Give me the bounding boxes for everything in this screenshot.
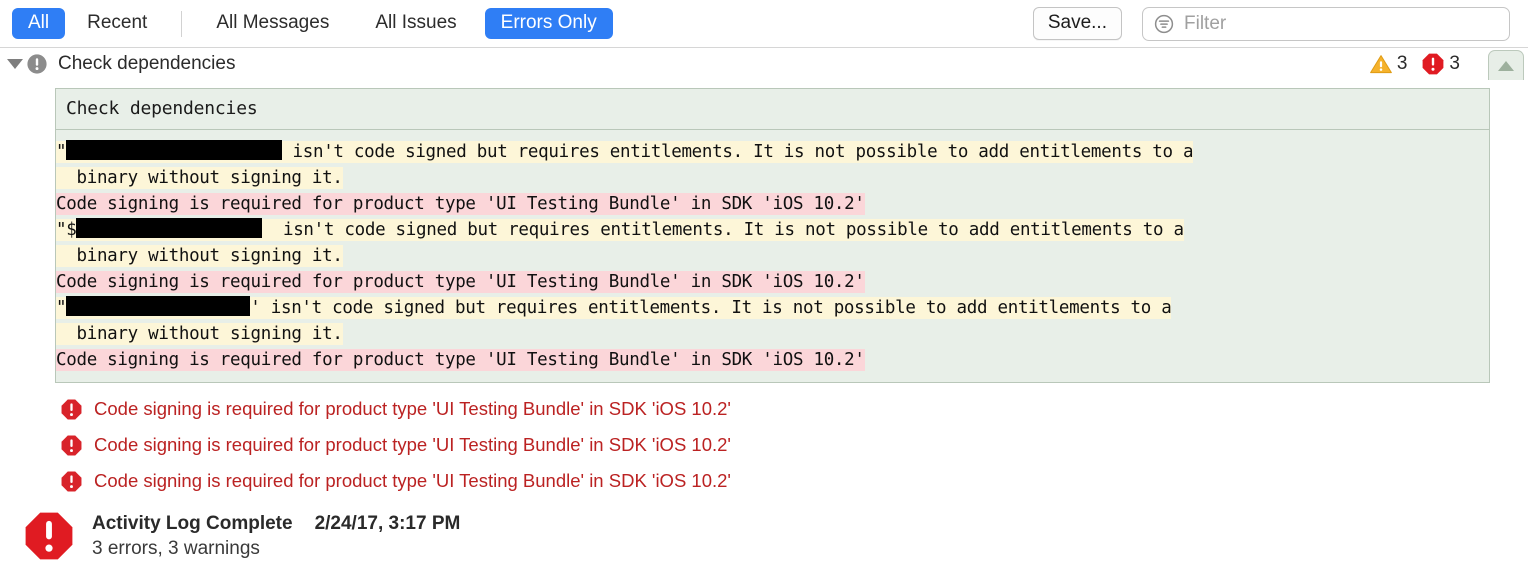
error-octagon-icon — [61, 399, 82, 419]
tab-all-messages[interactable]: All Messages — [200, 8, 345, 39]
log-line: Code signing is required for product typ… — [56, 347, 1489, 373]
error-octagon-icon — [25, 512, 73, 560]
issue-counts: 3 3 — [1369, 48, 1460, 80]
log-line-error: Code signing is required for product typ… — [56, 349, 865, 371]
log-line: binary without signing it. — [56, 165, 1489, 191]
log-line-error: Code signing is required for product typ… — [56, 193, 865, 215]
log-line-warning: binary without signing it. — [56, 245, 343, 267]
warning-count: 3 — [1396, 53, 1408, 74]
summary-title: Activity Log Complete — [92, 512, 293, 534]
error-message: Code signing is required for product typ… — [94, 398, 731, 419]
toolbar-divider — [181, 10, 183, 37]
error-count: 3 — [1449, 53, 1460, 74]
log-line-warning: " isn't code signed but requires entitle… — [56, 140, 1194, 163]
log-line-error: Code signing is required for product typ… — [56, 271, 865, 293]
log-line-warning: "$ isn't code signed but requires entitl… — [56, 218, 1184, 241]
filter-input[interactable]: Filter — [1184, 14, 1226, 33]
log-line-warning: " ' isn't code signed but requires entitl… — [56, 296, 1172, 319]
chevron-up-icon — [1498, 60, 1514, 71]
error-row[interactable]: Code signing is required for product typ… — [0, 463, 1528, 499]
log-line-warning: binary without signing it. — [56, 323, 343, 345]
log-line: Code signing is required for product typ… — [56, 269, 1489, 295]
error-row[interactable]: Code signing is required for product typ… — [0, 427, 1528, 463]
page-title: Check dependencies — [58, 53, 236, 74]
tab-all-issues[interactable]: All Issues — [359, 8, 472, 39]
activity-log-summary: Activity Log Complete 2/24/17, 3:17 PM 3… — [0, 509, 1528, 563]
log-toolbar: All Recent All Messages All Issues Error… — [0, 0, 1528, 48]
tab-recent[interactable]: Recent — [71, 8, 163, 39]
redaction-bar — [66, 140, 283, 160]
error-row[interactable]: Code signing is required for product typ… — [0, 391, 1528, 427]
log-line: "$ isn't code signed but requires entitl… — [56, 217, 1489, 243]
build-log-panel: Check dependencies " isn't code signed b… — [55, 88, 1490, 383]
log-line: " isn't code signed but requires entitle… — [56, 139, 1489, 165]
info-circle-icon — [27, 54, 47, 74]
error-list: Code signing is required for product typ… — [0, 391, 1528, 499]
error-octagon-icon — [61, 435, 82, 455]
log-line-warning: binary without signing it. — [56, 167, 343, 189]
tab-all[interactable]: All — [12, 8, 66, 39]
redaction-bar — [76, 218, 263, 238]
chevron-down-icon[interactable] — [4, 59, 26, 69]
summary-timestamp: 2/24/17, 3:17 PM — [314, 512, 461, 534]
redaction-bar — [66, 296, 251, 316]
log-group-header[interactable]: Check dependencies 3 3 — [0, 48, 1528, 80]
error-octagon-icon — [1423, 53, 1444, 75]
log-line: binary without signing it. — [56, 243, 1489, 269]
error-octagon-icon — [61, 471, 82, 491]
filter-icon — [1154, 14, 1174, 33]
log-section-title: Check dependencies — [56, 89, 1489, 130]
filter-input-container[interactable]: Filter — [1142, 6, 1510, 41]
log-line: Code signing is required for product typ… — [56, 191, 1489, 217]
error-message: Code signing is required for product typ… — [94, 434, 731, 455]
summary-detail: 3 errors, 3 warnings — [92, 537, 260, 559]
log-line: " ' isn't code signed but requires entitl… — [56, 295, 1489, 321]
save-button[interactable]: Save... — [1032, 7, 1122, 40]
error-message: Code signing is required for product typ… — [94, 470, 731, 491]
log-output: " isn't code signed but requires entitle… — [56, 130, 1489, 382]
tab-errors-only[interactable]: Errors Only — [484, 8, 613, 39]
warning-triangle-icon — [1369, 55, 1392, 74]
scroll-to-top-button[interactable] — [1488, 50, 1524, 80]
log-line: binary without signing it. — [56, 321, 1489, 347]
